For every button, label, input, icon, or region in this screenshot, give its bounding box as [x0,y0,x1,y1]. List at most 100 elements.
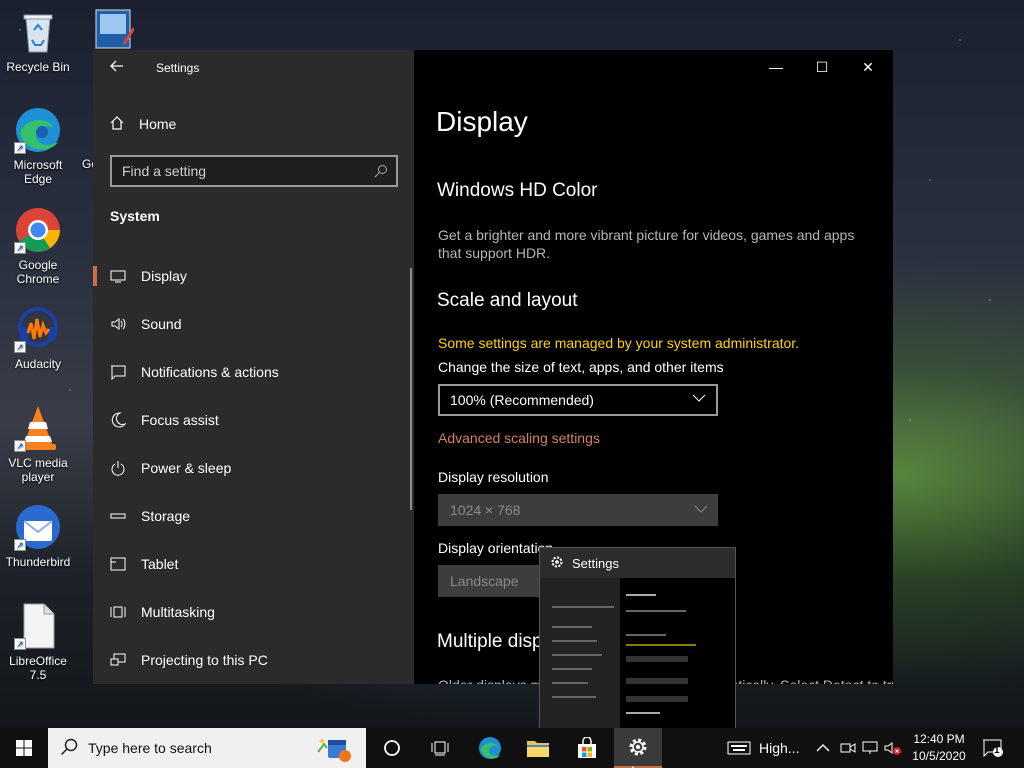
task-view-button[interactable] [420,728,460,768]
scale-value: 100% (Recommended) [450,392,594,408]
sidebar-item-label: Display [141,268,187,284]
desktop-icon-chrome[interactable]: ↗ Google Chrome [0,206,76,286]
volume-muted-icon [884,742,901,755]
tray-meet-now[interactable] [840,728,856,768]
desktop-icon-label: Google Chrome [16,258,60,286]
desktop-icon-label: Thunderbird [5,555,71,569]
advanced-scaling-link[interactable]: Advanced scaling settings [438,430,600,446]
libreoffice-icon: ↗ [14,602,62,650]
notification-count: 1 [994,745,1000,756]
desktop-icon-thunderbird[interactable]: ↗ Thunderbird [0,503,76,569]
thumbnail-preview-line [552,696,596,698]
moon-icon [110,412,127,428]
taskbar-edge-button[interactable] [470,728,510,768]
sidebar-item-label: Focus assist [141,412,219,428]
desktop-icon-vlc[interactable]: ↗ VLC media player [0,404,76,484]
sidebar-scrollbar[interactable] [410,268,412,510]
tray-network[interactable] [862,728,878,768]
tray-keyboard-indicator[interactable]: High... [727,728,799,768]
search-icon[interactable] [374,164,388,178]
sidebar-item-label: Notifications & actions [141,364,279,380]
sidebar-item-projecting[interactable]: Projecting to this PC [93,636,414,684]
shortcut-arrow-icon: ↗ [14,440,26,452]
search-placeholder: Find a setting [122,163,207,179]
admin-warning: Some settings are managed by your system… [438,335,800,351]
sidebar-item-label: Tablet [141,556,179,572]
taskbar-thumbnail[interactable]: Settings [539,547,736,729]
thumbnail-preview-line [552,626,592,628]
find-setting-input[interactable]: Find a setting [110,155,398,187]
chevron-up-icon [816,744,830,752]
taskbar-clock[interactable]: 12:40 PM 10/5/2020 [904,731,974,765]
notification-icon [110,364,126,381]
power-icon [110,460,126,476]
speaker-icon [110,316,126,332]
sidebar-home[interactable]: Home [109,114,176,134]
desktop-icon-libreoffice[interactable]: ↗ LibreOffice 7.5 [0,602,76,682]
chevron-down-icon [692,391,706,405]
projecting-icon [110,652,126,668]
start-button[interactable] [0,728,48,768]
sidebar-item-storage[interactable]: Storage [93,492,414,540]
hdr-description: Get a brighter and more vibrant picture … [438,227,855,261]
desktop-icon-image-file[interactable] [94,8,136,50]
tray-overflow-button[interactable] [816,728,830,768]
thumbnail-preview-line [626,644,696,646]
sidebar-item-multitasking[interactable]: Multitasking [93,588,414,636]
audacity-icon: ↗ [14,305,62,353]
notification-icon [983,739,1003,758]
camera-icon [840,743,856,753]
desktop-icon-recycle-bin[interactable]: Recycle Bin [0,8,76,74]
orientation-label: Display orientation [438,540,554,556]
store-button[interactable] [567,728,607,768]
close-button[interactable]: ✕ [845,56,891,78]
minimize-icon: — [769,59,783,75]
cortana-button[interactable] [372,728,412,768]
minimize-button[interactable]: — [753,56,799,78]
desktop-icon-label: Microsoft Edge [13,158,63,186]
sidebar-item-focus-assist[interactable]: Focus assist [93,396,414,444]
desktop-icon-edge[interactable]: ↗ Microsoft Edge [0,106,76,186]
gear-icon [550,555,564,572]
sidebar-item-label: Sound [141,316,182,332]
cortana-icon [384,740,400,756]
sidebar-item-notifications[interactable]: Notifications & actions [93,348,414,396]
maximize-button[interactable]: ☐ [799,56,845,78]
sidebar-item-power-sleep[interactable]: Power & sleep [93,444,414,492]
close-icon: ✕ [862,59,874,75]
thumbnail-preview-line [626,610,686,612]
sidebar-item-label: Storage [141,508,191,524]
action-center-button[interactable]: 1 [982,728,1004,768]
thumbnail-preview-line [552,640,597,642]
back-arrow-icon[interactable] [109,58,125,74]
shortcut-arrow-icon: ↗ [14,638,26,650]
sidebar-item-label: Power & sleep [141,460,232,476]
search-icon [60,738,78,759]
edge-icon: ↗ [14,106,62,154]
taskbar-search-box[interactable]: Type here to search [48,728,366,768]
tray-volume[interactable] [884,728,902,768]
thumbnail-preview-line [626,634,666,636]
thumbnail-preview-sidebar [540,578,620,728]
sidebar-section-title: System [110,208,160,224]
desktop-icon-label: Recycle Bin [6,60,70,74]
home-icon [109,115,125,134]
desktop-icon-audacity[interactable]: ↗ Audacity [0,305,76,371]
file-explorer-button[interactable] [518,728,558,768]
sidebar-item-tablet[interactable]: Tablet [93,540,414,588]
scale-dropdown[interactable]: 100% (Recommended) [438,384,718,416]
multitasking-icon [110,604,126,620]
clock-time: 12:40 PM [913,732,965,746]
mouse-cursor-icon [631,760,640,768]
thumbnail-title: Settings [550,555,619,572]
clock-date: 10/5/2020 [912,749,966,763]
resolution-dropdown[interactable]: 1024 × 768 [438,494,718,526]
sidebar-item-sound[interactable]: Sound [93,300,414,348]
windows-logo-icon [16,740,32,756]
shortcut-arrow-icon: ↗ [14,242,26,254]
sidebar-nav: Display Sound Notifications & actions Fo… [93,252,414,684]
desktop-icon-label: LibreOffice 7.5 [9,654,67,682]
sidebar-item-display[interactable]: Display [93,252,414,300]
hdr-heading: Windows HD Color [437,180,598,201]
tray-label: High... [759,740,800,756]
